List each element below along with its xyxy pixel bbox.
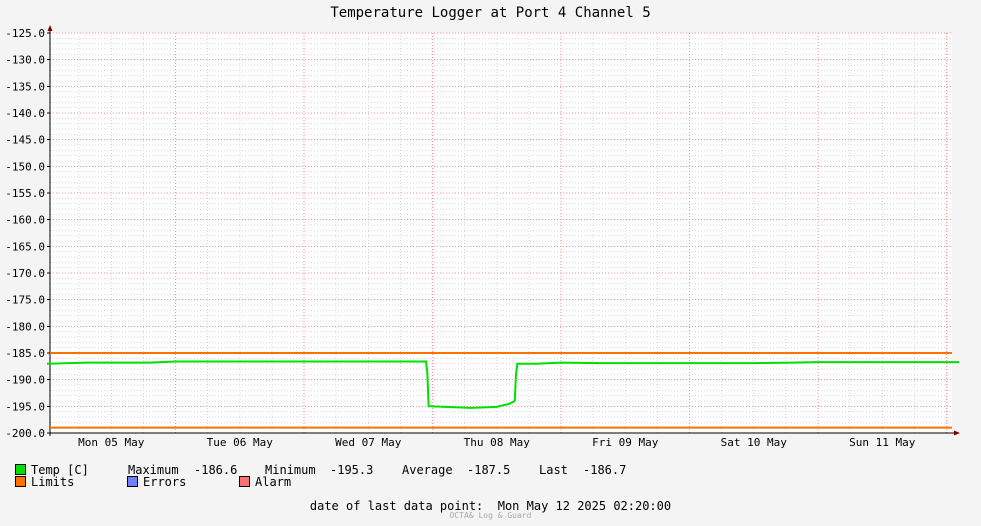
x-tick-label: Wed 07 May: [335, 436, 402, 449]
x-tick-label: Fri 09 May: [592, 436, 659, 449]
y-tick-label: -155.0: [5, 187, 45, 200]
grid-layer: [50, 32, 952, 434]
stat-average-value: -187.5: [467, 463, 511, 477]
x-tick-label: Sat 10 May: [721, 436, 788, 449]
y-axis-arrow: [47, 25, 53, 31]
y-tick-label: -125.0: [5, 27, 45, 40]
y-tick-label: -185.0: [5, 347, 45, 360]
legend-swatch-errors: [127, 476, 138, 487]
legend-item-errors: Errors: [127, 475, 186, 489]
y-tick-label: -140.0: [5, 107, 45, 120]
y-tick-label: -195.0: [5, 400, 45, 413]
stat-maximum-value: -186.6: [194, 463, 238, 477]
stat-last-value: -186.7: [583, 463, 627, 477]
legend-label-errors: Errors: [143, 475, 187, 489]
stat-average-label: Average: [402, 463, 453, 477]
legend-item-alarm: Alarm: [239, 475, 291, 489]
y-tick-label: -145.0: [5, 134, 45, 147]
plot-area: [50, 33, 952, 433]
legend-label-alarm: Alarm: [255, 475, 292, 489]
chart-canvas: -125.0 -130.0 -135.0 -140.0 -145.0 -150.0 -155…: [5, 25, 960, 449]
y-tick-label: -165.0: [5, 240, 45, 253]
x-tick-label: Tue 06 May: [207, 436, 274, 449]
legend-swatch-limits: [15, 476, 26, 487]
legend-swatch-alarm: [239, 476, 250, 487]
x-tick-label: Mon 05 May: [78, 436, 145, 449]
stat-last-label: Last: [539, 463, 568, 477]
y-tick-label: -150.0: [5, 160, 45, 173]
x-tick-label: Thu 08 May: [464, 436, 531, 449]
y-tick-label: -190.0: [5, 374, 45, 387]
y-tick-label: -180.0: [5, 320, 45, 333]
y-tick-label: -170.0: [5, 267, 45, 280]
y-tick-label: -200.0: [5, 427, 45, 440]
y-tick-label: -130.0: [5, 54, 45, 67]
y-tick-label: -175.0: [5, 294, 45, 307]
y-tick-label: -160.0: [5, 214, 45, 227]
y-tick-label: -135.0: [5, 80, 45, 93]
legend-item-limits: Limits: [15, 475, 74, 489]
x-tick-label: Sun 11 May: [849, 436, 916, 449]
watermark: OCTA& Log & Guard: [449, 511, 532, 520]
legend-swatch-temp: [15, 464, 26, 475]
stat-minimum-value: -195.3: [330, 463, 374, 477]
x-axis-arrow: [954, 430, 960, 436]
legend-label-limits: Limits: [31, 475, 75, 489]
